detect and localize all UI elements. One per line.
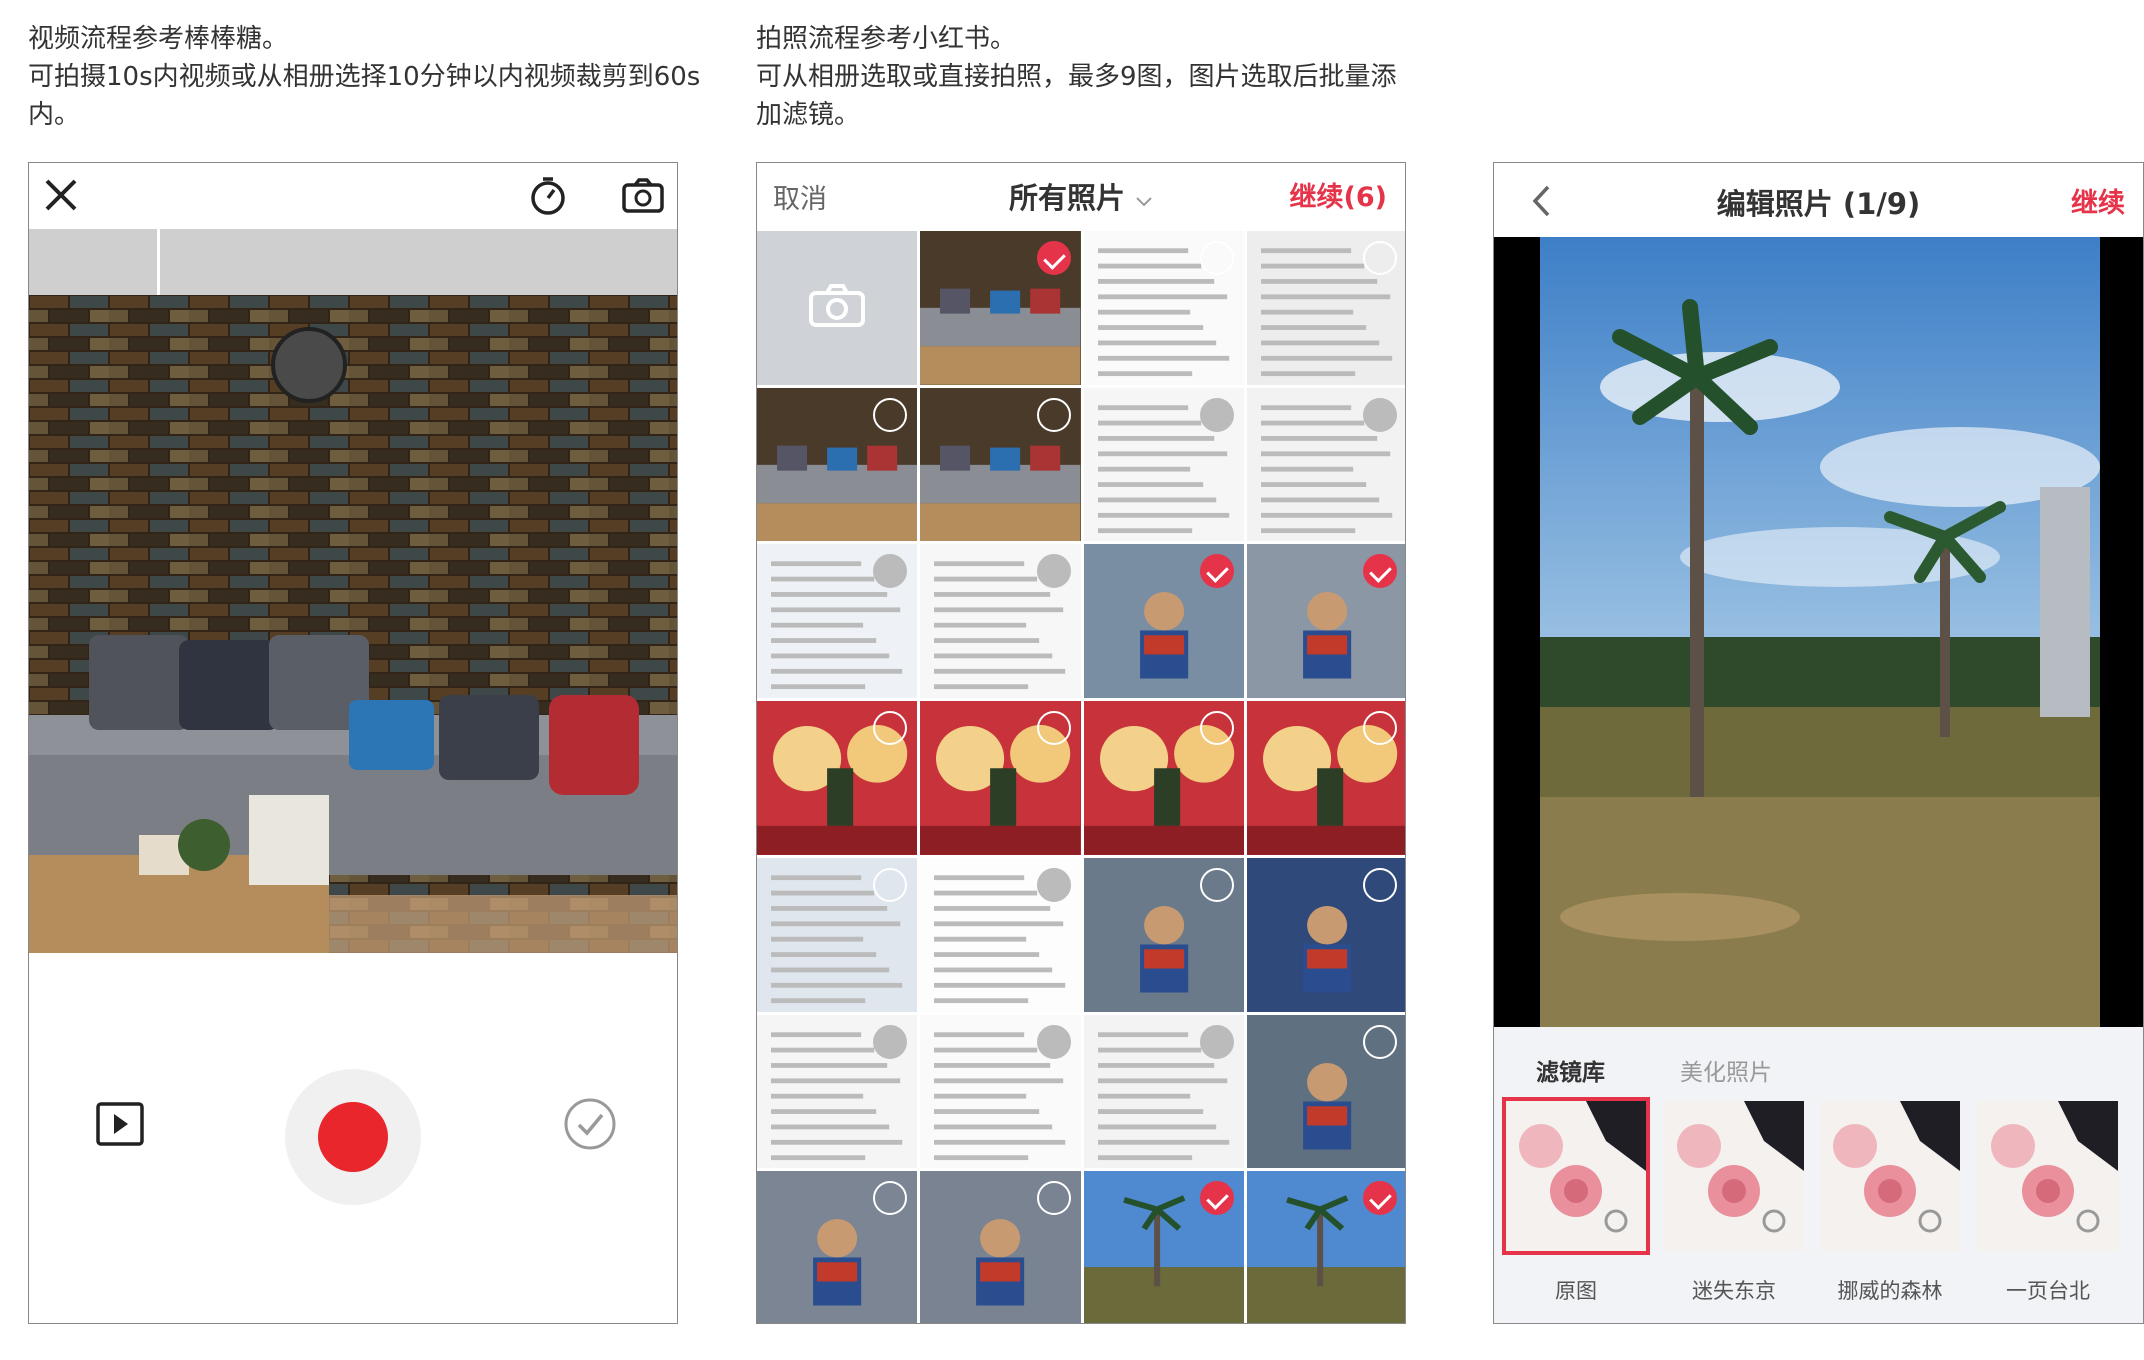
select-circle-icon[interactable]	[1363, 867, 1397, 902]
recording-progress-bar	[29, 229, 677, 295]
timer-icon[interactable]	[527, 175, 569, 217]
select-circle-icon[interactable]	[1363, 397, 1397, 432]
photo-flow-note: 拍照流程参考小红书。 可从相册选取或直接拍照，最多9图，图片选取后批量添 加滤镜…	[756, 20, 1397, 134]
photo-thumbnail[interactable]	[1083, 701, 1244, 855]
chevron-down-icon	[1136, 197, 1152, 207]
select-circle-icon[interactable]	[1036, 554, 1071, 589]
photo-thumbnail[interactable]	[920, 544, 1081, 699]
photo-thumbnail[interactable]	[920, 387, 1081, 542]
photo-thumbnail[interactable]	[757, 701, 918, 855]
select-circle-icon[interactable]	[1363, 241, 1397, 275]
photo-thumbnail[interactable]	[1246, 387, 1405, 542]
photo-thumbnail[interactable]	[920, 1014, 1081, 1169]
photo-thumbnail[interactable]	[920, 1171, 1081, 1323]
photo-grid	[757, 231, 1405, 1323]
select-circle-icon[interactable]	[1199, 397, 1234, 432]
photo-thumbnail[interactable]	[1246, 1014, 1405, 1169]
photo-thumbnail[interactable]	[1083, 231, 1244, 385]
photo-thumbnail[interactable]	[757, 1171, 918, 1323]
picker-top-bar: 取消 所有照片 继续(6)	[757, 163, 1405, 232]
record-icon	[318, 1102, 388, 1172]
filter-thumbnail[interactable]	[1978, 1101, 2118, 1251]
play-video-icon[interactable]	[95, 1101, 145, 1147]
photo-thumbnail[interactable]	[1083, 1014, 1244, 1169]
record-button[interactable]	[285, 1069, 421, 1205]
note-line: 可从相册选取或直接拍照，最多9图，图片选取后批量添	[756, 62, 1397, 92]
photo-thumbnail[interactable]	[757, 857, 918, 1012]
photo-preview	[1494, 237, 2143, 1027]
album-title: 所有照片	[1008, 181, 1125, 215]
filter-label: 挪威的森林	[1837, 1279, 1943, 1303]
photo-thumbnail[interactable]	[920, 701, 1081, 855]
select-circle-icon[interactable]	[1199, 554, 1234, 589]
camera-icon	[809, 284, 865, 327]
select-circle-icon[interactable]	[1199, 711, 1234, 746]
photo-thumbnail[interactable]	[757, 544, 918, 699]
photo-thumbnail[interactable]	[1246, 1171, 1405, 1323]
select-circle-icon[interactable]	[1363, 711, 1397, 746]
photo-thumbnail[interactable]	[1083, 1171, 1244, 1323]
photo-thumbnail[interactable]	[1246, 701, 1405, 855]
note-line: 可拍摄10s内视频或从相册选择10分钟以内视频裁剪到60s	[28, 62, 701, 92]
photo-thumbnail[interactable]	[757, 1014, 918, 1169]
filter-panel: 滤镜库 美化照片 原图 迷失东京 挪威的森林 一页台北	[1494, 1027, 2143, 1323]
camera-preview	[29, 295, 677, 953]
select-circle-icon[interactable]	[1036, 1024, 1071, 1059]
select-circle-icon[interactable]	[1036, 241, 1071, 275]
photo-thumbnail[interactable]	[1083, 387, 1244, 542]
select-circle-icon[interactable]	[1199, 1181, 1234, 1216]
camera-flip-icon[interactable]	[621, 177, 665, 215]
check-icon[interactable]	[563, 1097, 617, 1151]
photo-thumbnail[interactable]	[1083, 857, 1244, 1012]
photo-thumbnail[interactable]	[1246, 544, 1405, 699]
filter-label: 迷失东京	[1692, 1279, 1776, 1303]
note-line: 加滤镜。	[756, 100, 861, 130]
photo-thumbnail[interactable]	[1246, 857, 1405, 1012]
continue-button[interactable]: 继续	[2071, 181, 2125, 220]
select-circle-icon[interactable]	[1363, 1024, 1397, 1059]
tab-beautify-photo[interactable]: 美化照片	[1680, 1053, 1772, 1087]
note-line: 视频流程参考棒棒糖。	[28, 24, 289, 54]
select-circle-icon[interactable]	[1036, 711, 1071, 746]
select-circle-icon[interactable]	[1036, 867, 1071, 902]
filter-thumbnail[interactable]	[1502, 1097, 1650, 1255]
select-circle-icon[interactable]	[1199, 241, 1234, 275]
video-flow-note: 视频流程参考棒棒糖。 可拍摄10s内视频或从相册选择10分钟以内视频裁剪到60s…	[28, 20, 700, 134]
photo-thumbnail[interactable]	[920, 857, 1081, 1012]
close-icon[interactable]	[41, 175, 81, 215]
select-circle-icon[interactable]	[1199, 1024, 1234, 1059]
continue-button[interactable]: 继续(6)	[1290, 175, 1387, 214]
filter-thumbnail[interactable]	[1820, 1101, 1960, 1251]
photo-thumbnail[interactable]	[757, 387, 918, 542]
photo-thumbnail[interactable]	[1246, 231, 1405, 385]
select-circle-icon[interactable]	[1036, 1181, 1071, 1216]
video-top-bar	[29, 163, 677, 229]
filter-thumbnail[interactable]	[1664, 1101, 1804, 1251]
photo-picker-screen: 取消 所有照片 继续(6)	[756, 162, 1406, 1324]
filter-label: 原图	[1555, 1279, 1597, 1303]
video-controls	[29, 953, 677, 1323]
photo-thumbnail[interactable]	[1083, 544, 1244, 699]
edit-photo-screen: 编辑照片 (1/9) 继续 滤镜库 美化照片 原图 迷失东京 挪威的森林 一页台北	[1493, 162, 2144, 1324]
take-photo-tile[interactable]	[757, 231, 918, 385]
select-circle-icon[interactable]	[873, 1024, 908, 1059]
photo-thumbnail[interactable]	[920, 231, 1081, 385]
select-circle-icon[interactable]	[873, 867, 908, 902]
select-circle-icon[interactable]	[1036, 397, 1071, 432]
edit-title: 编辑照片 (1/9)	[1716, 187, 1921, 221]
note-line: 内。	[28, 100, 81, 130]
edit-top-bar: 编辑照片 (1/9) 继续	[1494, 163, 2143, 237]
select-circle-icon[interactable]	[873, 397, 908, 432]
note-line: 拍照流程参考小红书。	[756, 24, 1017, 54]
tab-filter-library[interactable]: 滤镜库	[1536, 1053, 1605, 1087]
video-capture-screen	[28, 162, 678, 1324]
select-circle-icon[interactable]	[1199, 867, 1234, 902]
filter-label: 一页台北	[2006, 1279, 2090, 1303]
